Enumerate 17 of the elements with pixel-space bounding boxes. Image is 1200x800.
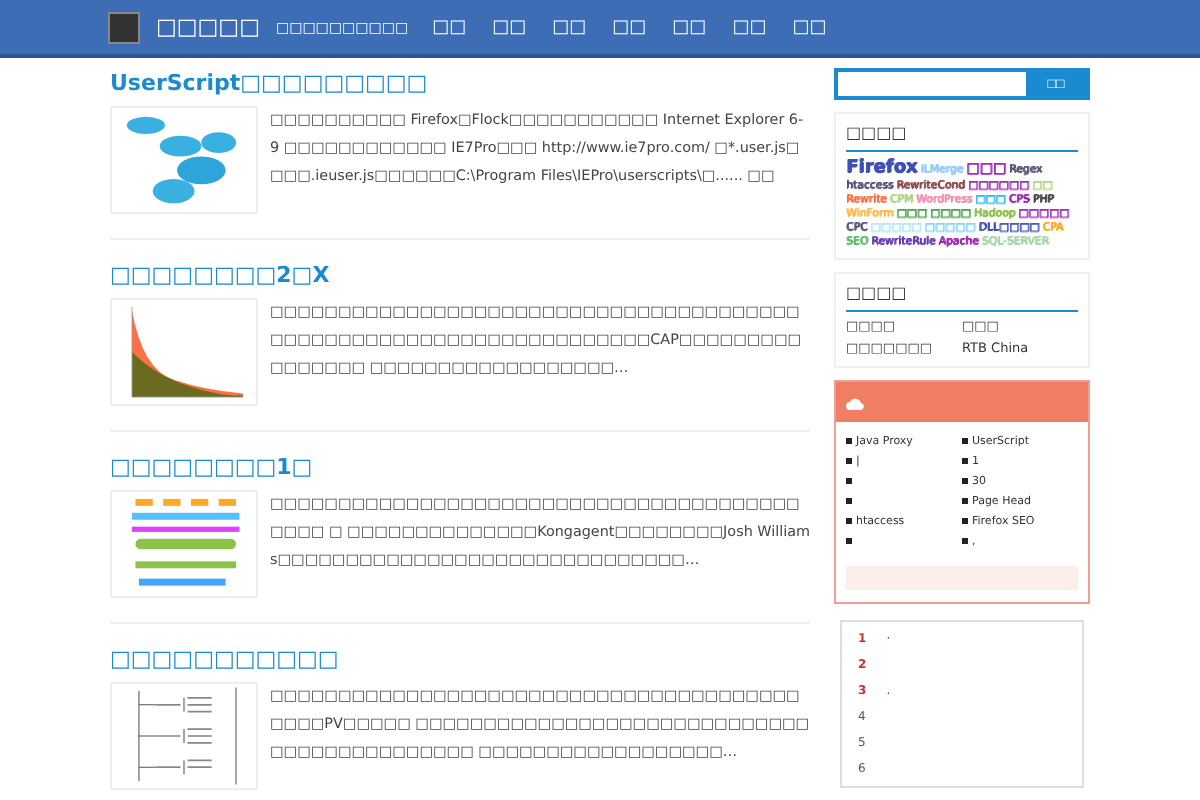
logo-icon[interactable]: [108, 11, 140, 43]
tag-link[interactable]: Firefox: [846, 158, 918, 178]
nav-menu-item[interactable]: □□: [492, 17, 527, 37]
nav-menu-item[interactable]: □□: [552, 17, 587, 37]
nav-menu-item[interactable]: □□: [432, 17, 467, 37]
cloud-icon: [846, 395, 864, 409]
post-title[interactable]: □□□□□□□□2□X: [110, 262, 810, 290]
site-title: □□□□□: [156, 14, 260, 40]
nav-menu-item[interactable]: □□: [672, 17, 707, 37]
nav-menu-item[interactable]: □□: [732, 17, 767, 37]
post-title[interactable]: □□□□□□□□□□□: [110, 646, 810, 674]
nav-menu-item[interactable]: □□: [792, 17, 827, 37]
card-title: □□□□: [846, 124, 1078, 152]
post-title[interactable]: UserScript□□□□□□□□□: [110, 70, 810, 98]
post-title[interactable]: □□□□□□□□1□: [110, 454, 810, 482]
nav-menu-item[interactable]: □□: [612, 17, 647, 37]
card-title: □□□□: [846, 284, 1078, 312]
